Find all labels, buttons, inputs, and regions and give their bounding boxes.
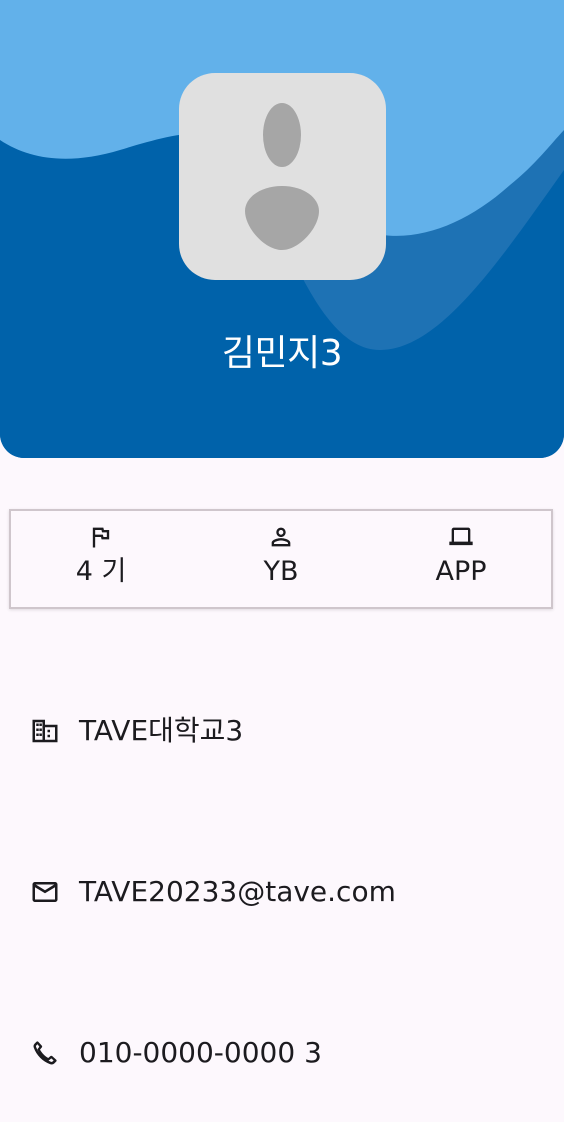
phone-row: 010-0000-0000 3 (30, 1033, 550, 1073)
person-icon (271, 527, 291, 547)
member-info-card: 4 기 YB APP (9, 509, 553, 609)
laptop-icon (449, 527, 473, 546)
avatar[interactable] (179, 73, 386, 280)
generation-cell: 4 기 (11, 511, 191, 607)
building-icon (32, 719, 58, 743)
phone-text[interactable]: 010-0000-0000 3 (79, 1033, 322, 1073)
school-row: TAVE대학교3 (30, 711, 550, 751)
mail-icon (32, 882, 58, 902)
part-cell: APP (371, 511, 551, 607)
flag-icon (92, 527, 110, 548)
part-label: APP (435, 556, 487, 587)
email-row: TAVE20233@tave.com (30, 872, 550, 912)
profile-page: 김민지3 4 기 YB APP TAVE대학교3 TAVE20233@tave.… (0, 0, 564, 1122)
generation-label: 4 기 (75, 556, 127, 587)
member-type-cell: YB (191, 511, 371, 607)
person-placeholder-icon (245, 103, 319, 250)
email-text[interactable]: TAVE20233@tave.com (79, 872, 396, 912)
school-text: TAVE대학교3 (79, 714, 244, 747)
member-type-label: YB (263, 556, 299, 587)
profile-name: 김민지3 (221, 333, 343, 374)
phone-icon (33, 1041, 57, 1065)
profile-header: 김민지3 (0, 0, 564, 458)
